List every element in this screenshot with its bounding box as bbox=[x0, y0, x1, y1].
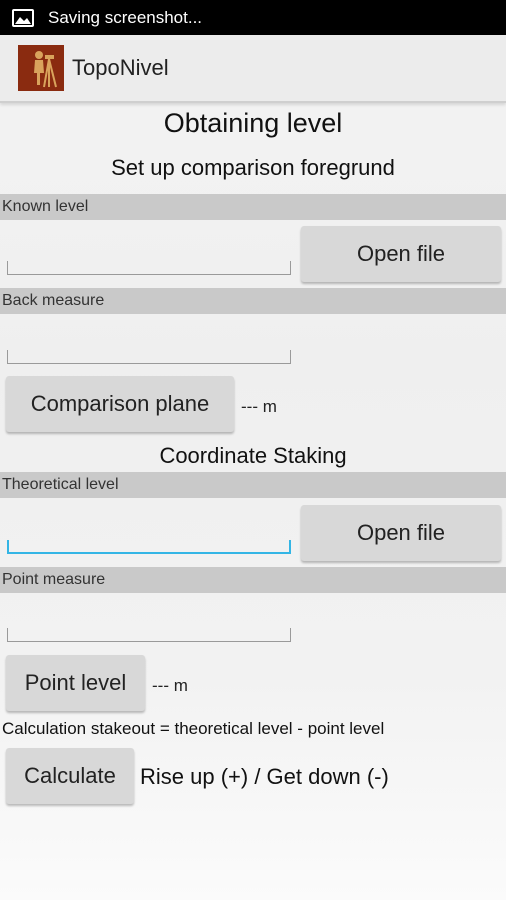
app-title: TopoNivel bbox=[72, 55, 169, 80]
calculation-note: Calculation stakeout = theoretical level… bbox=[2, 719, 385, 738]
setup-subtitle: Set up comparison foregrund bbox=[111, 155, 395, 180]
calculate-button[interactable]: Calculate bbox=[6, 748, 134, 804]
known-level-input[interactable] bbox=[7, 261, 291, 275]
known-level-open-file-button[interactable]: Open file bbox=[301, 226, 501, 282]
known-level-label: Known level bbox=[0, 194, 506, 220]
coordinate-staking-heading: Coordinate Staking bbox=[159, 443, 347, 468]
status-text: Saving screenshot... bbox=[48, 7, 203, 27]
back-measure-input[interactable] bbox=[7, 350, 291, 364]
action-bar: TopoNivel bbox=[0, 35, 506, 103]
theoretical-level-label: Theoretical level bbox=[0, 472, 506, 498]
point-measure-label: Point measure bbox=[0, 567, 506, 593]
page-title: Obtaining level bbox=[163, 108, 343, 138]
image-notification-icon bbox=[12, 8, 34, 27]
status-bar: Saving screenshot... bbox=[0, 0, 506, 35]
surveyor-logo-icon bbox=[18, 45, 64, 91]
comparison-plane-button[interactable]: Comparison plane bbox=[6, 376, 234, 432]
point-level-button[interactable]: Point level bbox=[6, 655, 145, 711]
calculation-result: Rise up (+) / Get down (-) bbox=[140, 764, 389, 789]
point-level-result: --- m bbox=[152, 676, 188, 695]
back-measure-label: Back measure bbox=[0, 288, 506, 314]
theoretical-level-input[interactable] bbox=[7, 540, 291, 554]
theoretical-level-open-file-button[interactable]: Open file bbox=[301, 505, 501, 561]
comparison-plane-result: --- m bbox=[241, 397, 277, 416]
point-measure-input[interactable] bbox=[7, 628, 291, 642]
